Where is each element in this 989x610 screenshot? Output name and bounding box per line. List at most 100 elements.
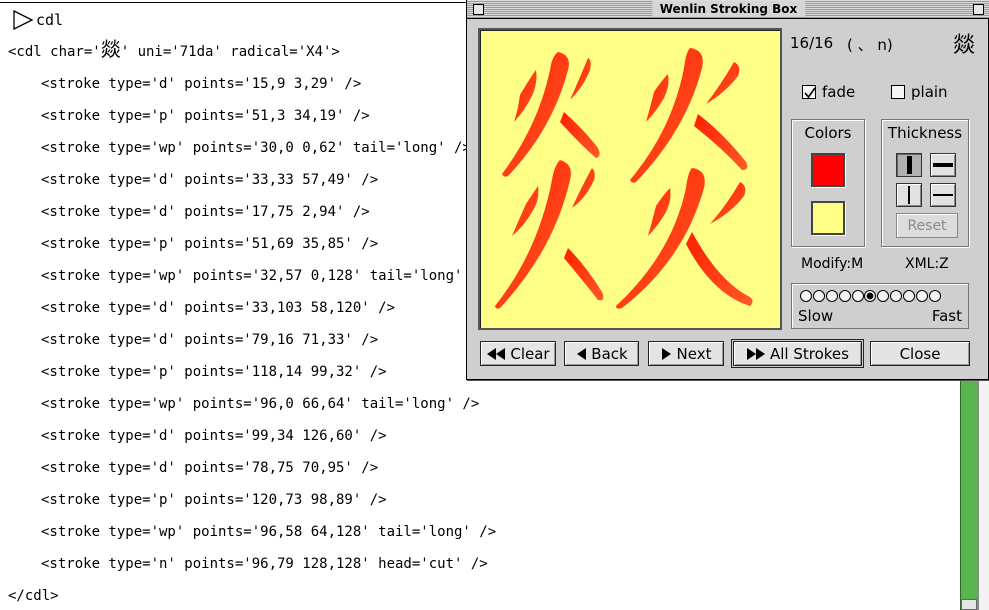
- cdl-header[interactable]: cdl: [12, 8, 63, 32]
- vertical-scrollbar[interactable]: [960, 378, 989, 610]
- speed-step[interactable]: [851, 290, 864, 302]
- window-zoom-box[interactable]: [973, 4, 984, 15]
- back-arrow-icon: [575, 347, 587, 361]
- thicker-vertical-button[interactable]: [896, 153, 922, 177]
- back-button[interactable]: Back: [564, 341, 639, 366]
- stroke-line: <stroke type='d' points='15,9 3,29' />: [41, 76, 362, 92]
- fast-forward-icon: [746, 347, 766, 361]
- thick-vertical-icon: [906, 156, 912, 174]
- next-button[interactable]: Next: [648, 341, 724, 366]
- speed-step[interactable]: [812, 290, 825, 302]
- thick-horizontal-icon: [933, 163, 953, 167]
- speed-step[interactable]: [903, 290, 916, 302]
- speed-slow-label: Slow: [798, 307, 834, 325]
- speed-step[interactable]: [916, 290, 929, 302]
- speed-fast-label: Fast: [931, 307, 962, 325]
- speed-step-selected[interactable]: [864, 290, 877, 302]
- stroking-box-window: Wenlin Stroking Box 16/16 (、 n) 燚 fade …: [466, 0, 989, 380]
- stroke-line: <stroke type='d' points='17,75 2,94' />: [41, 204, 370, 220]
- clear-label: Clear: [510, 344, 550, 363]
- speed-step[interactable]: [890, 290, 903, 302]
- thin-vertical-icon: [908, 186, 910, 204]
- checkmark-icon: [804, 87, 816, 99]
- character-strokes-drawing: [495, 48, 753, 309]
- cdl-header-label: cdl: [36, 11, 64, 29]
- stroke-14: [710, 182, 746, 224]
- plain-checkbox[interactable]: plain: [891, 83, 948, 101]
- cdl-close-tag: </cdl>: [8, 588, 59, 604]
- thinner-horizontal-button[interactable]: [930, 183, 956, 207]
- open-tag-suffix: ' uni='71da' radical='X4'>: [120, 44, 340, 60]
- speed-control[interactable]: Slow Fast: [791, 283, 969, 329]
- colors-panel: Colors: [791, 119, 865, 247]
- rewind-icon: [486, 347, 506, 361]
- window-title-bar[interactable]: Wenlin Stroking Box: [467, 0, 989, 19]
- stroke-line: <stroke type='p' points='120,73 98,89' /…: [41, 492, 387, 508]
- stroke-3: [502, 52, 569, 177]
- stroke-progress: 16/16: [790, 34, 834, 52]
- stroke-line: <stroke type='wp' points='96,0 66,64' ta…: [41, 396, 480, 412]
- speed-step[interactable]: [877, 290, 890, 302]
- thin-horizontal-icon: [933, 194, 953, 196]
- thickness-title: Thickness: [887, 124, 963, 142]
- back-label: Back: [591, 344, 628, 363]
- speed-step[interactable]: [838, 290, 851, 302]
- scrollbar-thumb[interactable]: [961, 599, 977, 610]
- scrollbar-edge: [978, 378, 989, 610]
- stroke-line: <stroke type='d' points='78,75 70,95' />: [41, 460, 379, 476]
- scrollbar-track[interactable]: [960, 378, 978, 610]
- thicker-horizontal-button[interactable]: [930, 153, 956, 177]
- all-strokes-label: All Strokes: [770, 344, 849, 363]
- colors-title: Colors: [804, 124, 852, 142]
- stroke-13: [648, 188, 671, 236]
- stroke-16: [686, 232, 753, 306]
- close-label: Close: [899, 344, 941, 363]
- stroke-line: <stroke type='d' points='99,34 126,60' /…: [41, 428, 387, 444]
- open-tag-prefix: <cdl char=': [8, 44, 101, 60]
- stroke-line: <stroke type='p' points='51,69 35,85' />: [41, 236, 379, 252]
- stroke-7: [495, 160, 571, 309]
- stroke-line: <stroke type='n' points='96,79 128,128' …: [41, 556, 488, 572]
- next-label: Next: [676, 344, 712, 363]
- stroke-line: <stroke type='d' points='33,33 57,49' />: [41, 172, 379, 188]
- background-color-swatch[interactable]: [811, 201, 845, 235]
- stroke-names: ( 、 n): [847, 36, 893, 54]
- speed-step[interactable]: [825, 290, 838, 302]
- xml-shortcut-label: XML:Z: [905, 256, 949, 272]
- stroke-11: [630, 48, 703, 183]
- disclosure-triangle-icon[interactable]: [12, 10, 34, 30]
- stroke-color-swatch[interactable]: [811, 153, 845, 187]
- stroke-12: [694, 114, 748, 170]
- stroke-9: [646, 74, 669, 122]
- stroke-line: <stroke type='wp' points='32,57 0,128' t…: [41, 268, 488, 284]
- speed-step[interactable]: [800, 290, 812, 302]
- stroke-line: <stroke type='wp' points='30,0 0,62' tai…: [41, 140, 471, 156]
- speed-step[interactable]: [928, 290, 941, 302]
- open-tag-char: 燚: [100, 37, 121, 61]
- stroke-line: <stroke type='p' points='118,14 99,32' /…: [41, 364, 387, 380]
- stroke-line: <stroke type='wp' points='96,58 64,128' …: [41, 524, 497, 540]
- all-strokes-button[interactable]: All Strokes: [731, 339, 864, 368]
- editor-top-rule: [0, 2, 470, 3]
- thinner-vertical-button[interactable]: [896, 183, 922, 207]
- plain-label: plain: [911, 83, 948, 101]
- stroke-line: <stroke type='d' points='79,16 71,33' />: [41, 332, 379, 348]
- close-button[interactable]: Close: [870, 341, 970, 366]
- reset-button[interactable]: Reset: [896, 213, 958, 238]
- next-arrow-icon: [661, 347, 673, 361]
- clear-button[interactable]: Clear: [480, 341, 556, 366]
- speed-dots[interactable]: [800, 290, 942, 302]
- stroke-line: <stroke type='d' points='33,103 58,120' …: [41, 300, 396, 316]
- stroke-canvas[interactable]: [478, 28, 782, 330]
- fade-checkbox-box[interactable]: [802, 85, 816, 99]
- fade-checkbox[interactable]: fade: [802, 83, 855, 101]
- window-close-box[interactable]: [473, 4, 484, 15]
- stroke-1: [514, 70, 537, 122]
- stroke-6: [572, 168, 595, 208]
- stroke-5: [512, 186, 539, 236]
- plain-checkbox-box[interactable]: [891, 85, 905, 99]
- stroke-4: [560, 112, 600, 158]
- modify-shortcut-label: Modify:M: [801, 256, 864, 272]
- fade-label: fade: [822, 83, 856, 101]
- stroke-10: [706, 62, 740, 104]
